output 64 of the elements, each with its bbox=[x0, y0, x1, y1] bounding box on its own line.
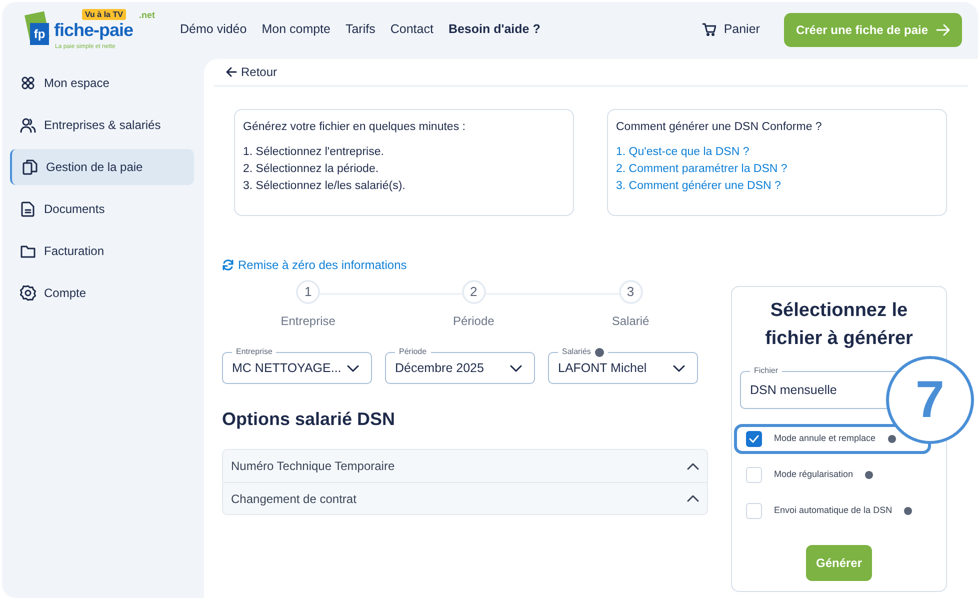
sidebar-item[interactable]: Entreprises & salariés bbox=[10, 107, 194, 143]
sidebar-item[interactable]: Documents bbox=[10, 191, 194, 227]
users-icon bbox=[20, 117, 36, 133]
logo-suffix: .net bbox=[139, 10, 156, 20]
info-title: Comment générer une DSN Conforme ? bbox=[616, 120, 823, 135]
chevron-down-icon bbox=[510, 364, 522, 372]
step-label: Salarié bbox=[612, 313, 650, 330]
sidebar-item[interactable]: Mon espace bbox=[10, 65, 194, 101]
help-icon bbox=[904, 507, 912, 515]
help-icon bbox=[865, 471, 874, 479]
reset-link[interactable]: Remise à zéro des informations bbox=[222, 256, 407, 274]
step-label: Période bbox=[452, 313, 494, 330]
accordion-item[interactable]: Numéro Technique Temporaire bbox=[223, 450, 707, 482]
checkbox[interactable] bbox=[746, 431, 762, 447]
cart-link[interactable]: Panier bbox=[702, 20, 760, 39]
checkbox-label: Mode régularisation bbox=[774, 468, 854, 482]
checkbox-label: Mode annule et remplace bbox=[774, 432, 876, 446]
logo-mark: fp bbox=[30, 22, 49, 44]
chevron-down-icon bbox=[673, 364, 685, 372]
card-title: Sélectionnez le fichier à générer bbox=[764, 299, 914, 351]
documents-icon bbox=[22, 159, 38, 175]
step-label: Entreprise bbox=[280, 313, 336, 330]
section-title: Options salarié DSN bbox=[222, 408, 396, 431]
step-text: 3. Sélectionnez le/les salarié(s). bbox=[243, 180, 406, 192]
nav-link[interactable]: Mon compte bbox=[262, 20, 330, 39]
field-value: Décembre 2025 bbox=[395, 360, 484, 377]
help-icon bbox=[888, 435, 896, 443]
checkbox-label: Envoi automatique de la DSN bbox=[774, 504, 892, 518]
info-title: Générez votre fichier en quelques minutes : bbox=[243, 120, 466, 135]
nav-link[interactable]: Besoin d'aide ? bbox=[448, 20, 540, 39]
chevron-up-icon bbox=[687, 495, 699, 502]
accordion-item[interactable]: Changement de contrat bbox=[223, 482, 707, 514]
logo-text: fiche-paie bbox=[54, 20, 134, 38]
field-value: MC NETTOYAGE... bbox=[232, 360, 342, 377]
nav-link[interactable]: Tarifs bbox=[345, 20, 376, 39]
help-link[interactable]: 1. Qu'est-ce que la DSN ? bbox=[616, 146, 750, 158]
nav-link[interactable]: Démo vidéo bbox=[180, 20, 247, 39]
chevron-down-icon bbox=[347, 364, 359, 372]
sidebar-item[interactable]: Facturation bbox=[10, 233, 194, 269]
back-link[interactable]: Retour bbox=[226, 63, 278, 81]
step-text: 2. Sélectionnez la période. bbox=[243, 163, 379, 175]
folder-icon bbox=[20, 243, 36, 259]
help-icon bbox=[594, 348, 604, 356]
sidebar-item[interactable]: Gestion de la paie bbox=[10, 149, 194, 185]
step-number: 1 bbox=[296, 280, 320, 304]
cart-icon bbox=[702, 23, 716, 36]
nav-link[interactable]: Contact bbox=[390, 20, 434, 39]
arrow-left-icon bbox=[226, 67, 237, 77]
check-icon bbox=[749, 435, 759, 443]
document-icon bbox=[20, 201, 36, 217]
sidebar-item[interactable]: Compte bbox=[10, 275, 194, 311]
chevron-up-icon bbox=[687, 462, 699, 470]
refresh-icon bbox=[222, 259, 234, 271]
grid-icon bbox=[20, 75, 36, 91]
tv-badge: Vu à la TV bbox=[82, 8, 126, 20]
help-link[interactable]: 2. Comment paramétrer la DSN ? bbox=[616, 163, 788, 175]
help-link[interactable]: 3. Comment générer une DSN ? bbox=[616, 180, 781, 192]
field-value: DSN mensuelle bbox=[750, 382, 837, 399]
step-number: 3 bbox=[618, 280, 643, 304]
step-text: 1. Sélectionnez l'entreprise. bbox=[243, 146, 384, 158]
step-number: 2 bbox=[462, 280, 486, 304]
settings-icon bbox=[20, 285, 36, 301]
arrow-right-icon bbox=[936, 24, 950, 36]
field-value: LAFONT Michel bbox=[558, 360, 647, 377]
